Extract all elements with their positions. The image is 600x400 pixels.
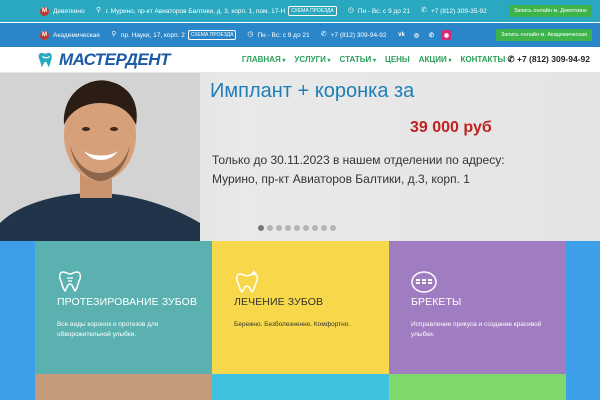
service-text: Исправление прикуса и создание красивой … bbox=[411, 321, 542, 338]
address-text: г. Мурино, пр-кт Авиаторов Балтики, д. 3… bbox=[105, 7, 286, 15]
viber-icon[interactable]: ✆ bbox=[426, 30, 436, 40]
tooth-sparkle-icon bbox=[235, 270, 259, 294]
logo-text: МАСТЕРДЕНТ bbox=[59, 49, 170, 69]
metro-icon: М bbox=[40, 30, 49, 40]
hero-line-2: Мурино, пр-кт Авиаторов Балтики, д.3, ко… bbox=[212, 172, 470, 186]
service-text: Все виды коронок и протезов для обворожи… bbox=[57, 321, 159, 338]
slider-dots bbox=[258, 225, 336, 231]
hours-devyatkino: ◷ Пн - Вс: с 9 до 21 bbox=[347, 7, 410, 15]
hours-text: Пн - Вс: с 9 до 21 bbox=[357, 7, 410, 15]
service-card-braces[interactable]: БРЕКЕТЫ Исправление прикуса и создание к… bbox=[389, 241, 566, 374]
scheme-link[interactable]: СХЕМА ПРОЕЗДА bbox=[288, 6, 337, 16]
station-devyatkino[interactable]: М Девяткино bbox=[40, 6, 85, 16]
social-links: vk ◎ ✆ ◉ bbox=[396, 30, 452, 40]
tooth-implant-icon bbox=[58, 271, 82, 293]
phone-icon: ✆ bbox=[507, 54, 517, 64]
station-akademicheskaya[interactable]: М Академическая bbox=[40, 30, 100, 40]
nav-phone[interactable]: ✆ +7 (812) 309-94-92 bbox=[508, 54, 591, 65]
location-pin-icon: ⚲ bbox=[96, 7, 102, 14]
address-devyatkino: ⚲ г. Мурино, пр-кт Авиаторов Балтики, д.… bbox=[95, 6, 337, 16]
book-online-devyatkino-button[interactable]: Запись онлайн м. Девяткино bbox=[508, 5, 592, 17]
service-card-next-3[interactable] bbox=[389, 374, 566, 400]
hero-slider: Имплант + коронка за 39 000 руб Только д… bbox=[0, 73, 600, 241]
slider-dot[interactable] bbox=[321, 225, 327, 231]
hours-akademicheskaya: ◷ Пн - Вс: с 9 до 21 bbox=[246, 31, 309, 39]
service-card-next-2[interactable] bbox=[212, 374, 389, 400]
braces-icon bbox=[411, 271, 437, 293]
phone-akademicheskaya[interactable]: ✆ +7 (812) 309-94-92 bbox=[320, 31, 387, 39]
menu-item-contacts[interactable]: КОНТАКТЫ bbox=[460, 55, 505, 64]
address-text: пр. Науки, 17, корп. 2 bbox=[120, 31, 185, 39]
top-bar-devyatkino: М Девяткино ⚲ г. Мурино, пр-кт Авиаторов… bbox=[0, 0, 600, 22]
slider-dot[interactable] bbox=[258, 225, 264, 231]
slider-dot[interactable] bbox=[285, 225, 291, 231]
service-title: ЛЕЧЕНИЕ ЗУБОВ bbox=[234, 296, 324, 308]
smiling-man-photo bbox=[0, 73, 200, 241]
main-menu: ГЛАВНАЯ УСЛУГИ СТАТЬИ ЦЕНЫ АКЦИИ КОНТАКТ… bbox=[242, 55, 505, 64]
top-bar-akademicheskaya: М Академическая ⚲ пр. Науки, 17, корп. 2… bbox=[0, 23, 600, 47]
clock-icon: ◷ bbox=[347, 7, 354, 14]
phone-text[interactable]: +7 (812) 309-35-92 bbox=[431, 8, 487, 15]
service-title: БРЕКЕТЫ bbox=[411, 296, 462, 308]
hero-price: 39 000 руб bbox=[410, 119, 492, 136]
phone-icon: ✆ bbox=[320, 31, 327, 38]
book-online-akademicheskaya-button[interactable]: Запись онлайн м. Академическая bbox=[495, 29, 592, 41]
nav-phone-text: +7 (812) 309-94-92 bbox=[516, 54, 590, 64]
menu-item-services[interactable]: УСЛУГИ bbox=[294, 55, 330, 64]
slider-dot[interactable] bbox=[330, 225, 336, 231]
phone-devyatkino[interactable]: ✆ +7 (812) 309-35-92 bbox=[420, 7, 487, 15]
hours-text: Пн - Вс: с 9 до 21 bbox=[257, 31, 310, 39]
slider-dot[interactable] bbox=[312, 225, 318, 231]
clock-icon: ◷ bbox=[247, 31, 254, 38]
menu-item-promos[interactable]: АКЦИИ bbox=[419, 55, 452, 64]
service-text: Бережно. Безболезненно. Комфортно. bbox=[234, 321, 351, 328]
instagram-icon[interactable]: ◉ bbox=[441, 30, 452, 40]
service-title: ПРОТЕЗИРОВАНИЕ ЗУБОВ bbox=[57, 296, 198, 308]
main-nav: МАСТЕРДЕНТ ГЛАВНАЯ УСЛУГИ СТАТЬИ ЦЕНЫ АК… bbox=[0, 47, 600, 73]
service-card-treatment[interactable]: ЛЕЧЕНИЕ ЗУБОВ Бережно. Безболезненно. Ко… bbox=[212, 241, 389, 374]
slider-dot[interactable] bbox=[294, 225, 300, 231]
location-pin-icon: ⚲ bbox=[111, 31, 117, 38]
slider-dot[interactable] bbox=[276, 225, 282, 231]
service-card-next-1[interactable] bbox=[35, 374, 212, 400]
logo[interactable]: МАСТЕРДЕНТ bbox=[38, 50, 170, 70]
scheme-link[interactable]: СХЕМА ПРОЕЗДА bbox=[187, 30, 237, 40]
hero-line-1: Только до 30.11.2023 в нашем отделении п… bbox=[212, 153, 505, 167]
services-section: ПРОТЕЗИРОВАНИЕ ЗУБОВ Все виды коронок и … bbox=[0, 241, 600, 400]
menu-item-home[interactable]: ГЛАВНАЯ bbox=[242, 55, 286, 64]
menu-item-articles[interactable]: СТАТЬИ bbox=[340, 55, 376, 64]
service-card-prosthetics[interactable]: ПРОТЕЗИРОВАНИЕ ЗУБОВ Все виды коронок и … bbox=[35, 241, 212, 374]
slider-dot[interactable] bbox=[303, 225, 309, 231]
station-name: Девяткино bbox=[53, 7, 85, 15]
hero-title: Имплант + коронка за bbox=[210, 80, 415, 102]
vk-icon[interactable]: vk bbox=[396, 30, 406, 40]
phone-text[interactable]: +7 (812) 309-94-92 bbox=[331, 32, 387, 39]
address-akademicheskaya: ⚲ пр. Науки, 17, корп. 2 СХЕМА ПРОЕЗДА bbox=[110, 30, 237, 40]
tooth-logo-icon bbox=[38, 52, 52, 67]
station-name: Академическая bbox=[53, 31, 100, 39]
phone-icon: ✆ bbox=[421, 7, 427, 14]
slider-dot[interactable] bbox=[267, 225, 273, 231]
whatsapp-icon[interactable]: ◎ bbox=[411, 30, 421, 40]
menu-item-prices[interactable]: ЦЕНЫ bbox=[385, 55, 410, 64]
metro-icon: М bbox=[40, 6, 49, 16]
